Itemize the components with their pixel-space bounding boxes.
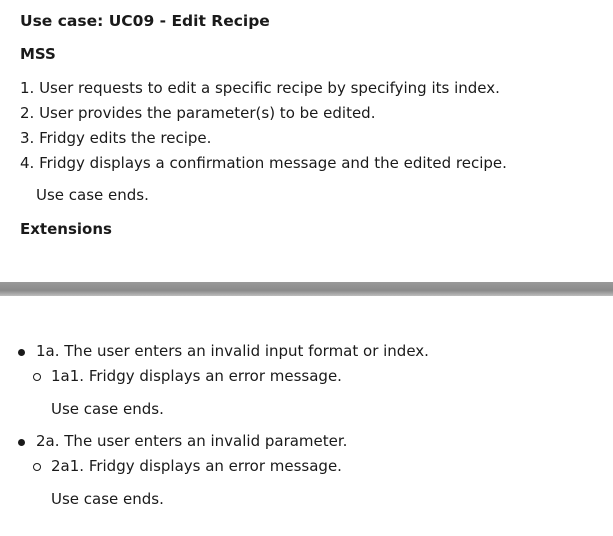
bullet-disc-icon xyxy=(18,439,25,446)
extension-2a: 2a. The user enters an invalid parameter… xyxy=(36,432,348,450)
extension-1a: 1a. The user enters an invalid input for… xyxy=(36,342,429,360)
bullet-disc-icon xyxy=(18,349,25,356)
mss-step-1: 1. User requests to edit a specific reci… xyxy=(20,79,500,97)
section-divider xyxy=(0,282,613,296)
use-case-title: Use case: UC09 - Edit Recipe xyxy=(20,12,270,30)
mss-use-case-ends: Use case ends. xyxy=(36,186,149,204)
extension-2a1: 2a1. Fridgy displays an error message. xyxy=(51,457,342,475)
extension-2a-ends: Use case ends. xyxy=(51,490,164,508)
extension-1a1: 1a1. Fridgy displays an error message. xyxy=(51,367,342,385)
bullet-circle-icon xyxy=(33,373,41,381)
mss-step-3: 3. Fridgy edits the recipe. xyxy=(20,129,212,147)
extensions-heading: Extensions xyxy=(20,220,112,238)
extension-1a-ends: Use case ends. xyxy=(51,400,164,418)
bullet-circle-icon xyxy=(33,463,41,471)
document-page: { "section_top": { "title": "Use case: U… xyxy=(0,0,613,536)
mss-heading: MSS xyxy=(20,45,56,63)
mss-step-2: 2. User provides the parameter(s) to be … xyxy=(20,104,376,122)
mss-step-4: 4. Fridgy displays a confirmation messag… xyxy=(20,154,507,172)
